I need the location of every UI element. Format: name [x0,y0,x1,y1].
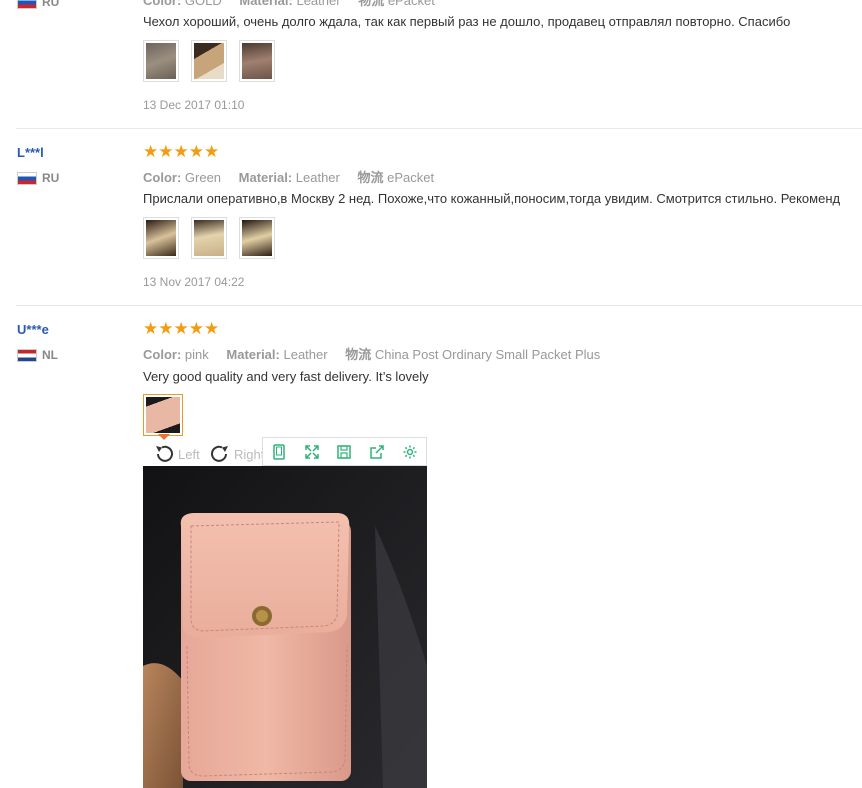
rotate-left-label: Left [178,446,200,462]
star-rating: ★★★★★ [143,319,220,338]
reviewer-country: NL [17,348,58,362]
country-code: NL [42,348,58,362]
review-divider [16,305,862,306]
reviewer-name[interactable]: U***e [17,322,49,337]
review-date: 13 Nov 2017 04:22 [143,275,245,289]
review-photos [143,217,275,259]
review-photo-thumb[interactable] [239,40,275,82]
review-divider [16,128,862,129]
rotate-left-button[interactable]: Left [153,444,200,464]
russia-flag-icon [17,0,37,9]
netherlands-flag-icon [17,348,37,362]
rotate-right-button[interactable]: Right [209,444,264,464]
fullscreen-button[interactable] [296,438,329,465]
reviewer-country: RU [17,171,59,185]
rotate-right-label: Right [234,446,265,462]
review-photo-thumb[interactable] [191,40,227,82]
review-text: Very good quality and very fast delivery… [143,369,429,384]
share-photo-button[interactable] [361,438,394,465]
review-photo-thumb[interactable] [143,217,179,259]
review-date: 13 Dec 2017 01:10 [143,98,245,112]
photo-settings-button[interactable] [393,438,426,465]
reviewer-name[interactable]: L***l [17,145,44,160]
save-icon [337,444,352,459]
review-attributes: Color: pink Material: Leather 物流 China P… [143,347,601,362]
review-photo-thumb[interactable] [143,40,179,82]
rotate-left-icon [156,445,173,462]
review-photo-thumb-selected[interactable] [143,394,183,436]
review-photo-thumb[interactable] [191,217,227,259]
review-text: Чехол хороший, очень долго ждала, так ка… [143,14,791,29]
country-code: RU [42,171,60,185]
photo-toolbar [262,437,427,466]
reviewer-country: RU [17,0,59,9]
save-photo-button[interactable] [328,438,361,465]
pink-leather-pouch-photo [143,466,427,788]
enlarged-review-photo[interactable] [143,466,427,788]
russia-flag-icon [17,171,37,185]
settings-icon [403,445,417,458]
review-attributes: Color: Green Material: Leather 物流 ePacke… [143,170,435,185]
phone-icon [273,443,286,460]
country-code: RU [42,0,60,9]
selected-photo-pointer [158,434,170,440]
phone-view-button[interactable] [263,438,296,465]
review-photos [143,394,183,436]
share-icon [370,444,384,459]
review-attributes: Color: GOLD Material: Leather 物流 ePacket [143,0,435,8]
expand-icon [305,444,319,459]
review-photo-thumb[interactable] [239,217,275,259]
star-rating: ★★★★★ [143,142,220,161]
review-text: Прислали оперативно,в Москву 2 нед. Похо… [143,191,841,206]
review-photos [143,40,275,82]
rotate-right-icon [211,445,228,462]
